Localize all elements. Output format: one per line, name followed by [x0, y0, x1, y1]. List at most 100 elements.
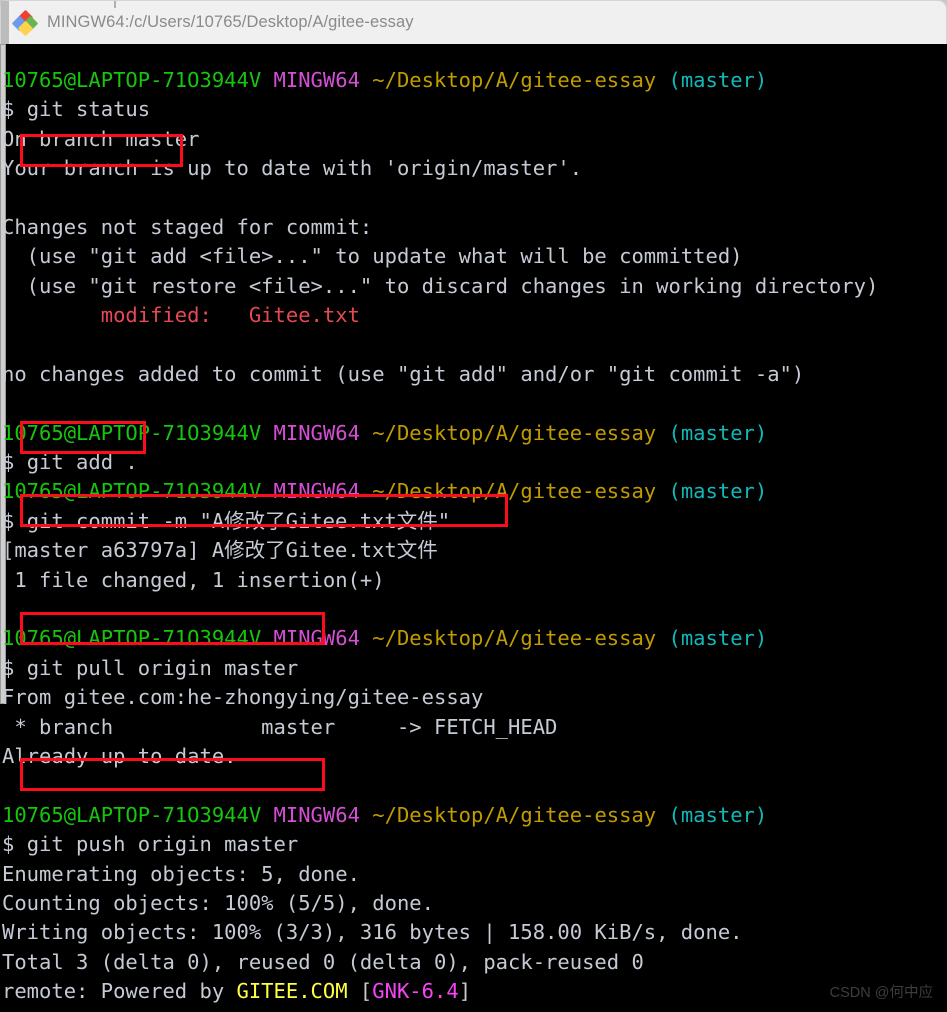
prompt-user-host: 10765@LAPTOP-71O3944V [2, 68, 262, 92]
remote-bracket-open: [ [347, 979, 373, 1004]
prompt-branch: (master) [668, 420, 768, 445]
terminal-line-cmd-5: $ git push origin master [2, 830, 878, 859]
output-text: To gitee.com:he-zhongying/gitee-essay.gi… [2, 1009, 508, 1012]
terminal-line-cmd-1: $ git status [2, 95, 878, 124]
terminal-line-prompt-3: 10765@LAPTOP-71O3944V MINGW64 ~/Desktop/… [2, 477, 878, 506]
terminal-line-out-10: From gitee.com:he-zhongying/gitee-essay [2, 683, 878, 712]
output-text: no changes added to commit (use "git add… [2, 361, 805, 386]
remote-prefix: remote: Powered by [2, 979, 237, 1004]
terminal-line-prompt-4: 10765@LAPTOP-71O3944V MINGW64 ~/Desktop/… [2, 624, 878, 653]
prompt-branch: (master) [668, 626, 768, 651]
terminal-line-out-11: * branch master -> FETCH_HEAD [2, 713, 878, 742]
prompt-shell: MINGW64 [273, 479, 360, 504]
prompt-sigil: $ [2, 450, 27, 475]
command-text: git commit -m "A修改了Gitee.txt文件" [26, 508, 451, 533]
terminal-line-cmd-3: $ git commit -m "A修改了Gitee.txt文件" [2, 507, 878, 536]
command-text: git status [26, 97, 151, 122]
prompt-user-host: 10765@LAPTOP-71O3944V [2, 479, 262, 504]
prompt-path: ~/Desktop/A/gitee-essay [372, 68, 657, 92]
remote-bracket-close: ] [458, 979, 472, 1004]
output-text: On branch master [2, 126, 200, 151]
output-text: Counting objects: 100% (5/5), done. [2, 890, 434, 915]
terminal-line-out-16: Total 3 (delta 0), reused 0 (delta 0), p… [2, 948, 878, 977]
output-text: (use "git add <file>..." to update what … [2, 244, 743, 269]
screenshot-root: MINGW64:/c/Users/10765/Desktop/A/gitee-e… [0, 0, 947, 1012]
terminal-line-out-5: (use "git restore <file>..." to discard … [2, 272, 879, 301]
terminal-line-out-8: [master a63797a] A修改了Gitee.txt文件 [2, 536, 878, 565]
prompt-path: ~/Desktop/A/gitee-essay [372, 420, 657, 445]
terminal-line-blank-1 [2, 184, 878, 213]
prompt-path: ~/Desktop/A/gitee-essay [372, 626, 657, 651]
output-error-text: modified: Gitee.txt [2, 303, 360, 328]
prompt-shell: MINGW64 [273, 68, 360, 92]
prompt-user-host: 10765@LAPTOP-71O3944V [2, 626, 262, 651]
prompt-sigil: $ [2, 655, 27, 680]
prompt-user-host: 10765@LAPTOP-71O3944V [2, 420, 262, 445]
prompt-branch: (master) [668, 802, 768, 827]
terminal-lines: 10765@LAPTOP-71O3944V MINGW64 ~/Desktop/… [0, 44, 878, 1012]
output-text: [master a63797a] A修改了Gitee.txt文件 [2, 538, 438, 563]
titlebar-left-strip [1, 1, 9, 45]
command-text: git push origin master [26, 832, 299, 857]
terminal-line-out-9: 1 file changed, 1 insertion(+) [2, 566, 878, 595]
terminal-line-prompt-2: 10765@LAPTOP-71O3944V MINGW64 ~/Desktop/… [2, 419, 878, 448]
prompt-sigil: $ [2, 832, 27, 857]
prompt-branch: (master) [668, 479, 768, 504]
terminal-line-out-7: no changes added to commit (use "git add… [2, 360, 878, 389]
terminal-surface[interactable]: 10765@LAPTOP-71O3944V MINGW64 ~/Desktop/… [0, 44, 947, 1012]
window-title: MINGW64:/c/Users/10765/Desktop/A/gitee-e… [47, 13, 414, 31]
terminal-line-out-6: modified: Gitee.txt [2, 301, 878, 330]
terminal-line-prompt-1: 10765@LAPTOP-71O3944V MINGW64 ~/Desktop/… [2, 66, 878, 95]
prompt-path: ~/Desktop/A/gitee-essay [372, 802, 657, 827]
output-text: 1 file changed, 1 insertion(+) [2, 567, 385, 592]
terminal-line-out-3: Changes not staged for commit: [2, 213, 878, 242]
terminal-line-cmd-4: $ git pull origin master [2, 654, 878, 683]
window-titlebar[interactable]: MINGW64:/c/Users/10765/Desktop/A/gitee-e… [0, 0, 947, 45]
remote-tag: GNK-6.4 [372, 979, 459, 1004]
prompt-shell: MINGW64 [273, 626, 360, 651]
terminal-line-blank-4 [2, 595, 878, 624]
command-text: git add . [26, 450, 138, 475]
prompt-sigil: $ [2, 508, 27, 533]
gitee-brand: GITEE.COM [236, 979, 348, 1004]
terminal-line-out-2: Your branch is up to date with 'origin/m… [2, 154, 878, 183]
mintty-diamonds-icon [11, 9, 39, 36]
terminal-line-blank-2 [2, 331, 878, 360]
terminal-line-prompt-5: 10765@LAPTOP-71O3944V MINGW64 ~/Desktop/… [2, 801, 878, 830]
output-text: Changes not staged for commit: [2, 214, 373, 239]
prompt-user-host: 10765@LAPTOP-71O3944V [2, 802, 262, 827]
terminal-line-out-12: Already up to date. [2, 742, 878, 771]
terminal-line-blank-3 [2, 389, 878, 418]
prompt-path: ~/Desktop/A/gitee-essay [372, 479, 657, 504]
output-text: Your branch is up to date with 'origin/m… [2, 156, 583, 181]
terminal-line-out-4: (use "git add <file>..." to update what … [2, 242, 878, 271]
terminal-line-out-15: Writing objects: 100% (3/3), 316 bytes |… [2, 918, 878, 947]
prompt-shell: MINGW64 [273, 802, 360, 827]
terminal-line-out-1: On branch master [2, 125, 878, 154]
prompt-sigil: $ [2, 97, 27, 122]
output-text: (use "git restore <file>..." to discard … [2, 273, 879, 298]
terminal-line-out-17: remote: Powered by GITEE.COM [GNK-6.4] [2, 977, 878, 1006]
output-text: Total 3 (delta 0), reused 0 (delta 0), p… [2, 949, 644, 974]
terminal-line-out-13: Enumerating objects: 5, done. [2, 860, 878, 889]
prompt-branch: (master) [668, 68, 768, 92]
output-text: From gitee.com:he-zhongying/gitee-essay [2, 685, 484, 710]
